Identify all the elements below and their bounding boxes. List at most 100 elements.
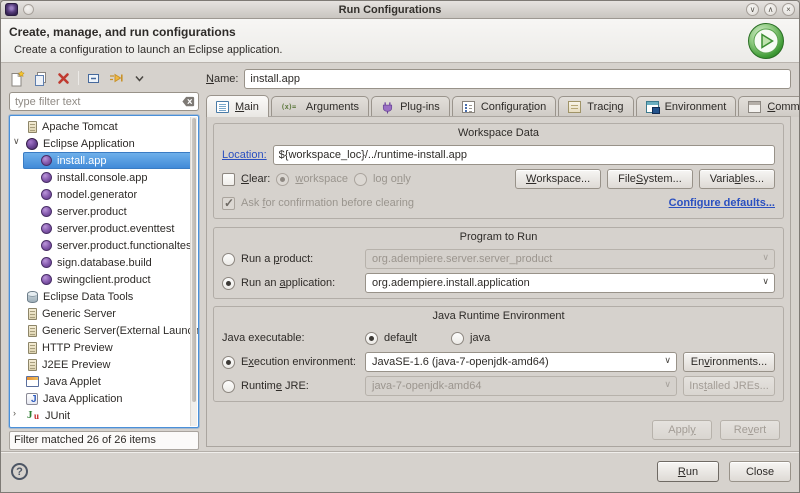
apply-revert-row: Apply Revert	[652, 420, 780, 440]
workspace-data-title: Workspace Data	[214, 124, 783, 141]
runtime-jre-label: Runtime JRE:	[241, 380, 359, 392]
environment-tab-icon	[646, 101, 659, 113]
clear-workspace-radio[interactable]	[276, 173, 289, 186]
tree-item-install-console-app[interactable]: install.console.app	[10, 169, 198, 186]
clear-checkbox[interactable]	[222, 173, 235, 186]
dialog-footer: ? Run Close	[1, 451, 799, 492]
runtime-jre-combo[interactable]: java-7-openjdk-amd64	[365, 376, 677, 396]
tree-item-junit-plugin-test[interactable]: JUnit Plug-in Test	[10, 424, 198, 428]
titlebar[interactable]: Run Configurations ∨ ∧ ×	[1, 1, 799, 19]
toolbar-separator	[78, 71, 79, 85]
name-row: Name:	[206, 69, 791, 89]
collapse-all-icon[interactable]	[85, 70, 102, 87]
apply-button[interactable]: Apply	[652, 420, 712, 440]
new-configuration-icon[interactable]	[9, 70, 26, 87]
runtime-jre-value: java-7-openjdk-amd64	[372, 380, 481, 392]
tree-item-eclipse-data-tools[interactable]: Eclipse Data Tools	[10, 288, 198, 305]
ask-confirmation-checkbox[interactable]	[222, 197, 235, 210]
configurations-toolbar	[9, 68, 148, 88]
run-button[interactable]: Run	[657, 461, 719, 482]
ask-confirmation-label: Ask for confirmation before clearing	[241, 197, 414, 209]
tree-item-server-product-eventtest[interactable]: server.product.eventtest	[10, 220, 198, 237]
run-configuration-icon	[747, 22, 785, 60]
filter-field-wrap	[9, 92, 199, 111]
jre-group: Java Runtime Environment Java executable…	[213, 306, 784, 402]
expander-down-icon[interactable]: ∨	[13, 136, 23, 147]
tab-tracing[interactable]: Tracing	[558, 96, 633, 117]
tree-item-java-application[interactable]: Java Application	[10, 390, 198, 407]
help-button[interactable]: ?	[11, 463, 28, 480]
default-executable-radio[interactable]	[365, 332, 378, 345]
server-icon	[28, 359, 37, 371]
product-combo[interactable]: org.adempiere.server.server_product	[365, 249, 775, 269]
eclipse-application-icon	[41, 257, 52, 268]
revert-button[interactable]: Revert	[720, 420, 780, 440]
close-icon[interactable]: ×	[782, 3, 795, 16]
tree-item-server-product[interactable]: server.product	[10, 203, 198, 220]
main-tab-panel: Workspace Data Location: Clear: workspac…	[206, 116, 791, 447]
program-to-run-title: Program to Run	[214, 228, 783, 245]
clear-filter-icon[interactable]	[181, 94, 196, 112]
tree-item-sign-database-build[interactable]: sign.database.build	[10, 254, 198, 271]
run-product-radio[interactable]	[222, 253, 235, 266]
tree-item-server-product-functionaltest[interactable]: server.product.functionaltest	[10, 237, 198, 254]
clear-log-only-radio[interactable]	[354, 173, 367, 186]
workspace-button[interactable]: Workspace...	[515, 169, 601, 189]
tab-configuration[interactable]: Configuration	[452, 96, 556, 117]
java-executable-radio[interactable]	[451, 332, 464, 345]
tab-arguments[interactable]: Arguments	[271, 96, 369, 117]
junit-plugin-icon	[26, 426, 40, 428]
tree-item-model-generator[interactable]: model.generator	[10, 186, 198, 203]
name-input[interactable]	[244, 69, 791, 89]
toolbar-menu-chevron-icon[interactable]	[131, 70, 148, 87]
location-link[interactable]: Location:	[222, 149, 267, 161]
tree-item-generic-server[interactable]: Generic Server	[10, 305, 198, 322]
product-combo-value: org.adempiere.server.server_product	[372, 253, 552, 265]
tree-item-java-applet[interactable]: Java Applet	[10, 373, 198, 390]
file-system-button[interactable]: File System...	[607, 169, 693, 189]
eclipse-application-icon	[41, 223, 52, 234]
tab-common[interactable]: Common	[738, 96, 800, 117]
delete-configuration-icon[interactable]	[55, 70, 72, 87]
expander-right-icon[interactable]: ›	[13, 408, 23, 418]
tab-main[interactable]: Main	[206, 95, 269, 117]
runtime-jre-radio[interactable]	[222, 380, 235, 393]
close-button[interactable]: Close	[729, 461, 791, 482]
clear-workspace-label: workspace	[295, 173, 348, 185]
filter-input[interactable]	[9, 92, 199, 111]
duplicate-configuration-icon[interactable]	[32, 70, 49, 87]
tree-item-j2ee-preview[interactable]: J2EE Preview	[10, 356, 198, 373]
application-combo[interactable]: org.adempiere.install.application	[365, 273, 775, 293]
configure-defaults-link[interactable]: Configure defaults...	[669, 197, 775, 209]
window-title: Run Configurations	[34, 4, 746, 16]
tree-item-install-app[interactable]: install.app	[10, 152, 198, 169]
tree-item-swingclient-product[interactable]: swingclient.product	[10, 271, 198, 288]
main-tab-icon	[216, 101, 229, 113]
common-tab-icon	[748, 101, 761, 113]
installed-jres-button[interactable]: Installed JREs...	[683, 376, 775, 396]
location-input[interactable]	[273, 145, 775, 165]
application-combo-value: org.adempiere.install.application	[372, 277, 530, 289]
tree-item-generic-server-external[interactable]: Generic Server(External Launch)	[10, 322, 198, 339]
filter-launch-configurations-icon[interactable]	[108, 70, 125, 87]
shade-button[interactable]	[23, 4, 34, 15]
tree-item-http-preview[interactable]: HTTP Preview	[10, 339, 198, 356]
run-application-radio[interactable]	[222, 277, 235, 290]
configurations-tree: Apache Tomcat ∨Eclipse Application insta…	[9, 115, 199, 428]
environments-button[interactable]: Environments...	[683, 352, 775, 372]
eclipse-application-icon	[41, 274, 52, 285]
tree-item-junit[interactable]: ›JUnit	[10, 407, 198, 424]
tree-scrollbar-thumb[interactable]	[192, 118, 196, 402]
server-icon	[28, 342, 37, 354]
junit-icon	[26, 409, 40, 422]
maximize-button[interactable]: ∧	[764, 3, 777, 16]
execution-environment-combo[interactable]: JavaSE-1.6 (java-7-openjdk-amd64)	[365, 352, 677, 372]
tab-plugins[interactable]: Plug-ins	[371, 96, 450, 117]
variables-button[interactable]: Variables...	[699, 169, 775, 189]
tree-item-eclipse-application[interactable]: ∨Eclipse Application	[10, 135, 198, 152]
tab-environment[interactable]: Environment	[636, 96, 737, 117]
tree-scrollbar[interactable]	[190, 117, 197, 426]
execution-environment-radio[interactable]	[222, 356, 235, 369]
tree-item-apache-tomcat[interactable]: Apache Tomcat	[10, 118, 198, 135]
minimize-button[interactable]: ∨	[746, 3, 759, 16]
